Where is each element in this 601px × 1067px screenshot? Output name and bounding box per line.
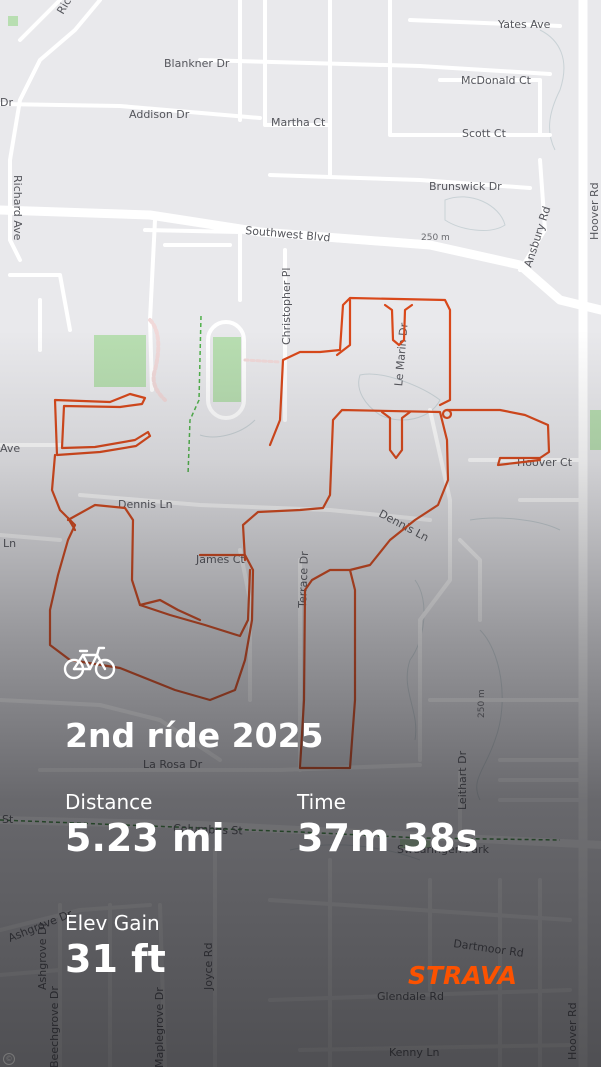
svg-text:Dr: Dr xyxy=(0,96,13,109)
svg-text:250 m: 250 m xyxy=(421,233,450,243)
svg-text:Brunswick Dr: Brunswick Dr xyxy=(429,180,502,193)
svg-text:La Rosa Dr: La Rosa Dr xyxy=(143,758,203,771)
park-area xyxy=(94,335,146,387)
distance-label: Distance xyxy=(65,790,153,814)
bicycle-icon xyxy=(63,645,117,685)
elevation-value: 31 ft xyxy=(65,937,166,981)
park-area xyxy=(213,337,241,402)
svg-text:Ave: Ave xyxy=(0,442,20,455)
svg-text:Joyce Rd: Joyce Rd xyxy=(202,943,215,991)
svg-text:Hoover Rd: Hoover Rd xyxy=(566,1002,579,1060)
elevation-stat: Elev Gain 31 ft xyxy=(65,911,166,981)
svg-text:Scott Ct: Scott Ct xyxy=(462,127,507,140)
time-stat: Time 37m 38s xyxy=(297,790,478,860)
time-value: 37m 38s xyxy=(297,816,479,860)
distance-value: 5.23 mi xyxy=(65,816,225,860)
route-map[interactable]: Yates Ave Blankner Dr McDonald Ct Addiso… xyxy=(0,0,601,1067)
svg-text:Ashgrove Dr: Ashgrove Dr xyxy=(36,922,49,990)
svg-text:Hoover Rd: Hoover Rd xyxy=(588,182,601,240)
park-area xyxy=(590,410,601,450)
svg-text:Ln: Ln xyxy=(3,537,16,550)
time-label: Time xyxy=(297,790,346,814)
svg-text:Blankner Dr: Blankner Dr xyxy=(164,57,230,70)
svg-text:Beechgrove Dr: Beechgrove Dr xyxy=(48,986,61,1067)
svg-text:Christopher Pl: Christopher Pl xyxy=(280,268,293,345)
info-icon[interactable]: © xyxy=(3,1053,15,1065)
activity-title: 2nd ríde 2025 xyxy=(65,716,324,755)
svg-text:Addison Dr: Addison Dr xyxy=(129,108,190,121)
map-background xyxy=(0,0,601,1067)
svg-text:St: St xyxy=(2,813,14,826)
svg-text:Yates Ave: Yates Ave xyxy=(497,18,551,31)
strava-logo: STRAVA xyxy=(408,961,517,990)
svg-text:Terrace Dr: Terrace Dr xyxy=(296,551,311,609)
elevation-label: Elev Gain xyxy=(65,911,160,935)
svg-text:Maplegrove Dr: Maplegrove Dr xyxy=(153,987,166,1067)
svg-text:McDonald Ct: McDonald Ct xyxy=(461,74,532,87)
svg-text:Glendale Rd: Glendale Rd xyxy=(377,990,444,1003)
svg-text:Richard Ave: Richard Ave xyxy=(11,175,24,241)
park-area xyxy=(8,16,18,26)
svg-text:Kenny Ln: Kenny Ln xyxy=(389,1046,440,1059)
activity-share-card: Yates Ave Blankner Dr McDonald Ct Addiso… xyxy=(0,0,601,1067)
distance-stat: Distance 5.23 mi xyxy=(65,790,225,860)
svg-text:250 m: 250 m xyxy=(477,689,487,718)
svg-text:Martha Ct: Martha Ct xyxy=(271,116,326,129)
